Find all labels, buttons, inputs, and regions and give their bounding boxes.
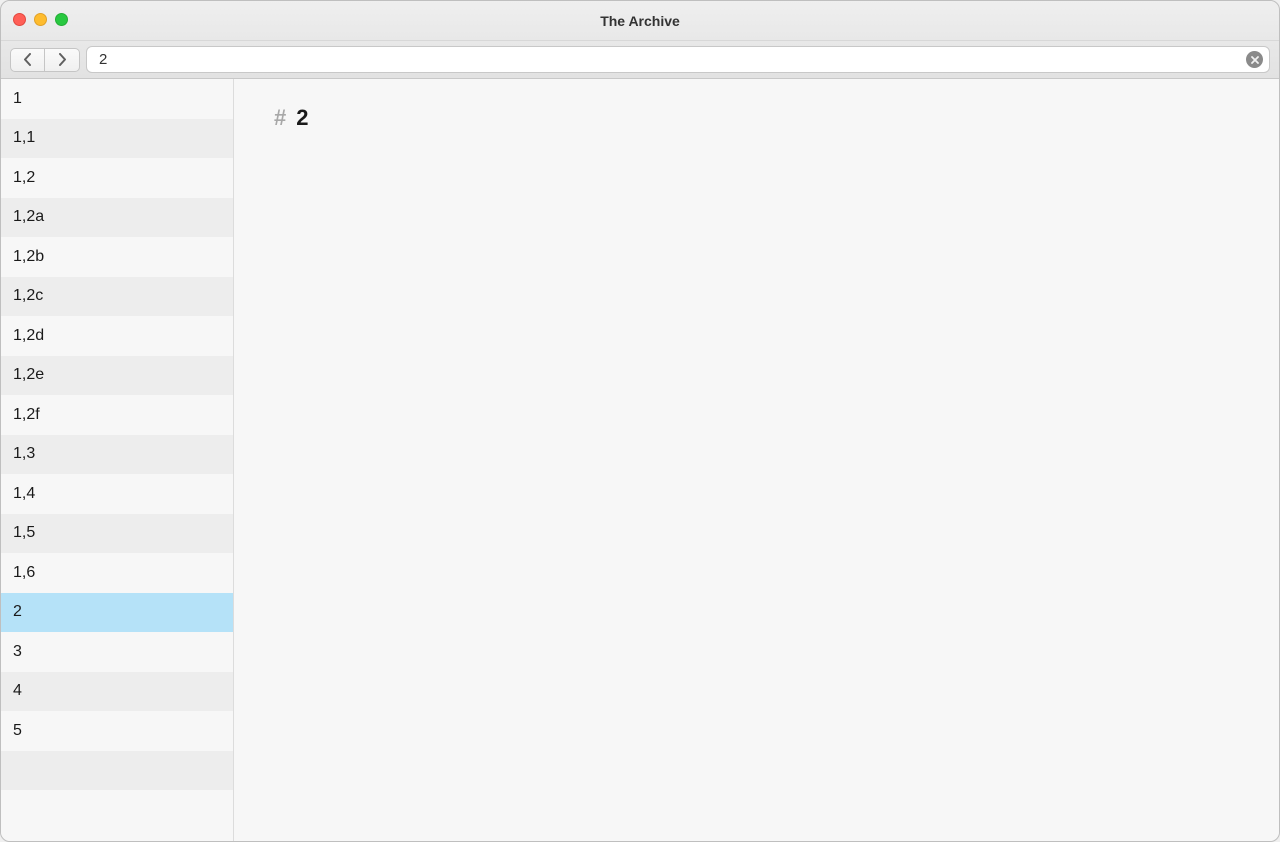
list-item[interactable]: 3 <box>1 632 233 672</box>
list-item[interactable]: 1,2 <box>1 158 233 198</box>
maximize-window-button[interactable] <box>55 13 68 26</box>
list-item[interactable]: 1,4 <box>1 474 233 514</box>
nav-buttons <box>10 48 80 72</box>
list-item-label: 1,2a <box>13 208 44 226</box>
list-item-label: 1,2d <box>13 327 44 345</box>
window-title: The Archive <box>600 13 680 29</box>
x-icon <box>1251 56 1259 64</box>
chevron-right-icon <box>58 53 67 66</box>
list-item-label: 1,2f <box>13 406 40 424</box>
content: 1 1,1 1,2 1,2a 1,2b 1,2c 1,2d 1,2e 1,2f 1,3 1,4 1,5… <box>1 79 1279 841</box>
app-window: The Archive 11,11,21,2 <box>0 0 1280 842</box>
search-input[interactable] <box>99 51 1246 68</box>
list-item-label: 1,2b <box>13 248 44 266</box>
traffic-lights <box>13 13 68 26</box>
list-item[interactable]: 1,3 <box>1 435 233 475</box>
list-item-empty <box>1 751 233 791</box>
titlebar: The Archive <box>1 1 1279 41</box>
list-item-label: 1,5 <box>13 524 35 542</box>
chevron-left-icon <box>23 53 32 66</box>
list-item-label: 1,2 <box>13 169 35 187</box>
list-item[interactable]: 4 <box>1 672 233 712</box>
list-item-label: 1 <box>13 90 22 108</box>
sidebar[interactable]: 1 1,1 1,2 1,2a 1,2b 1,2c 1,2d 1,2e 1,2f 1,3 1,4 1,5… <box>1 79 234 841</box>
heading-line: # 2 <box>274 105 1239 131</box>
close-window-button[interactable] <box>13 13 26 26</box>
list-item-empty <box>1 790 233 830</box>
list-item-label: 1,4 <box>13 485 35 503</box>
list-item[interactable]: 1,2f <box>1 395 233 435</box>
list-item[interactable]: 1,2a <box>1 198 233 238</box>
nav-back-button[interactable] <box>10 48 45 72</box>
list-item-label: 1,3 <box>13 445 35 463</box>
list-item[interactable]: 1,2b <box>1 237 233 277</box>
list-item-label: 1,2e <box>13 366 44 384</box>
note-heading: 2 <box>296 105 308 131</box>
list-item-label: 2 <box>13 603 22 621</box>
list-item-label: 1,2c <box>13 287 43 305</box>
list-item[interactable]: 5 <box>1 711 233 751</box>
list-item-label: 1,6 <box>13 564 35 582</box>
minimize-window-button[interactable] <box>34 13 47 26</box>
list-item-label: 1,1 <box>13 129 35 147</box>
list-item-label: 3 <box>13 643 22 661</box>
list-item[interactable]: 1,2c <box>1 277 233 317</box>
toolbar <box>1 41 1279 79</box>
list-item[interactable]: 1,1 <box>1 119 233 159</box>
list-item[interactable]: 1,6 <box>1 553 233 593</box>
list-item[interactable]: 1 <box>1 79 233 119</box>
editor[interactable]: # 2 <box>234 79 1279 841</box>
search-container <box>86 46 1270 73</box>
list-item-label: 4 <box>13 682 22 700</box>
list-item[interactable]: 1,5 <box>1 514 233 554</box>
list-item-label: 5 <box>13 722 22 740</box>
list-item[interactable]: 2 <box>1 593 233 633</box>
list-item[interactable]: 1,2e <box>1 356 233 396</box>
clear-search-button[interactable] <box>1246 51 1263 68</box>
list-item[interactable]: 1,2d <box>1 316 233 356</box>
hash-marker: # <box>274 105 286 131</box>
nav-forward-button[interactable] <box>45 48 80 72</box>
